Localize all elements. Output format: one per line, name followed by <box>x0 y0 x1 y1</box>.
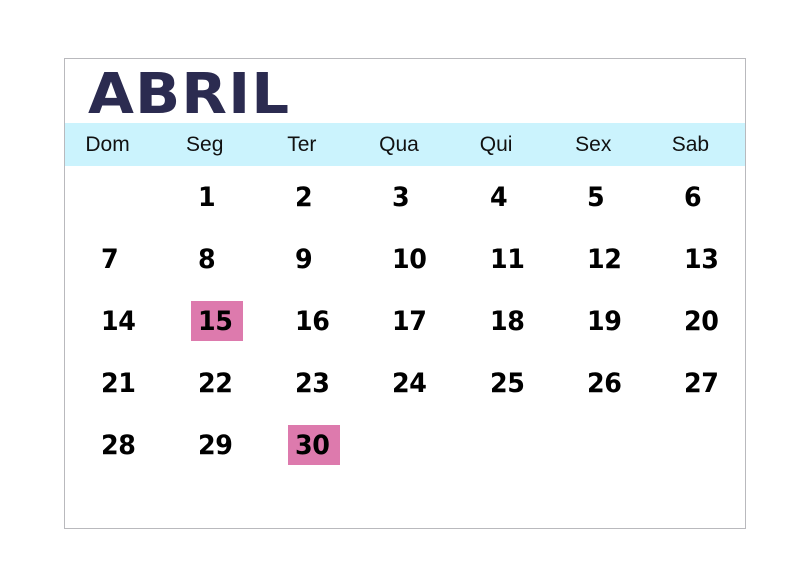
calendar-day-cell-5[interactable]: 5 <box>551 166 648 228</box>
day-number: 30 <box>295 429 330 461</box>
day-number: 6 <box>683 181 702 213</box>
calendar-week-row: 28 29 30 <box>65 414 745 476</box>
calendar-day-cell-16[interactable]: 16 <box>259 290 356 352</box>
calendar-month-title: ABRIL <box>88 62 291 127</box>
calendar-day-cell-17[interactable]: 17 <box>356 290 453 352</box>
day-number: 23 <box>295 367 330 399</box>
calendar-day-cell-13[interactable]: 13 <box>648 228 745 290</box>
calendar-day-cell-empty <box>648 414 745 476</box>
calendar-day-cell-18[interactable]: 18 <box>454 290 551 352</box>
calendar-day-cell-12[interactable]: 12 <box>551 228 648 290</box>
weekday-header-qui: Qui <box>479 132 513 156</box>
day-number: 9 <box>295 243 313 275</box>
calendar-day-cell-3[interactable]: 3 <box>356 166 453 228</box>
calendar-day-cell-15[interactable]: 15 <box>162 290 259 352</box>
day-number: 14 <box>101 305 136 337</box>
day-number: 13 <box>683 243 719 275</box>
day-number: 24 <box>392 367 427 399</box>
calendar-day-cell-empty <box>551 414 648 476</box>
calendar-card: ABRIL Dom Seg Ter Qua Qui Sex Sab 1 2 3 4 5 6 7 8 9 10 1… <box>64 58 746 529</box>
calendar-day-cell-19[interactable]: 19 <box>551 290 648 352</box>
calendar-day-grid: 1 2 3 4 5 6 7 8 9 10 11 12 13 14 15 16 17 18 19 20 21 22 23 24 2… <box>65 166 745 476</box>
calendar-day-cell-10[interactable]: 10 <box>356 228 453 290</box>
calendar-day-cell-23[interactable]: 23 <box>259 352 356 414</box>
weekday-header-sab: Sab <box>671 132 710 156</box>
calendar-day-cell-14[interactable]: 14 <box>65 290 162 352</box>
calendar-day-cell-26[interactable]: 26 <box>551 352 648 414</box>
calendar-day-cell-29[interactable]: 29 <box>162 414 259 476</box>
calendar-day-cell-empty <box>454 414 551 476</box>
calendar-day-cell-22[interactable]: 22 <box>162 352 259 414</box>
day-number: 17 <box>392 305 427 337</box>
weekday-header-seg: Seg <box>186 132 224 156</box>
day-number: 5 <box>586 181 605 213</box>
calendar-day-cell-9[interactable]: 9 <box>259 228 356 290</box>
day-number: 18 <box>489 305 525 337</box>
weekday-header-ter: Ter <box>287 132 317 156</box>
calendar-day-cell-20[interactable]: 20 <box>648 290 745 352</box>
day-number: 11 <box>489 243 525 275</box>
day-number: 25 <box>489 367 525 399</box>
calendar-day-cell-7[interactable]: 7 <box>65 228 162 290</box>
day-number: 16 <box>295 305 330 337</box>
calendar-week-row: 14 15 16 17 18 19 20 <box>65 290 745 352</box>
calendar-day-cell-24[interactable]: 24 <box>356 352 453 414</box>
day-number: 27 <box>683 367 719 399</box>
calendar-day-cell-21[interactable]: 21 <box>65 352 162 414</box>
day-number: 22 <box>198 367 233 399</box>
day-number: 1 <box>198 181 216 213</box>
day-number: 15 <box>198 305 233 337</box>
day-number: 29 <box>198 429 233 461</box>
day-number: 28 <box>101 429 136 461</box>
day-number: 2 <box>295 181 313 213</box>
calendar-day-cell-empty <box>65 166 162 228</box>
day-number: 19 <box>586 305 622 337</box>
day-number: 8 <box>198 243 216 275</box>
day-number: 7 <box>101 243 119 275</box>
calendar-week-row: 21 22 23 24 25 26 27 <box>65 352 745 414</box>
day-number: 26 <box>586 367 622 399</box>
calendar-day-cell-2[interactable]: 2 <box>259 166 356 228</box>
day-number: 20 <box>683 305 719 337</box>
calendar-day-cell-6[interactable]: 6 <box>648 166 745 228</box>
calendar-day-cell-4[interactable]: 4 <box>454 166 551 228</box>
day-number: 3 <box>392 181 410 213</box>
day-number: 4 <box>489 181 508 213</box>
calendar-day-cell-11[interactable]: 11 <box>454 228 551 290</box>
calendar-day-cell-1[interactable]: 1 <box>162 166 259 228</box>
weekday-header-sex: Sex <box>575 132 612 156</box>
calendar-week-row: 1 2 3 4 5 6 <box>65 166 745 228</box>
calendar-day-cell-8[interactable]: 8 <box>162 228 259 290</box>
calendar-week-row: 7 8 9 10 11 12 13 <box>65 228 745 290</box>
weekday-header-qua: Qua <box>379 132 419 156</box>
day-number: 12 <box>586 243 622 275</box>
weekday-header-row: Dom Seg Ter Qua Qui Sex Sab <box>65 123 745 166</box>
calendar-day-cell-27[interactable]: 27 <box>648 352 745 414</box>
calendar-day-cell-30[interactable]: 30 <box>259 414 356 476</box>
calendar-day-cell-25[interactable]: 25 <box>454 352 551 414</box>
weekday-header-dom: Dom <box>85 132 130 156</box>
day-number: 10 <box>392 243 427 275</box>
calendar-day-cell-28[interactable]: 28 <box>65 414 162 476</box>
day-number: 21 <box>101 367 136 399</box>
calendar-day-cell-empty <box>356 414 453 476</box>
